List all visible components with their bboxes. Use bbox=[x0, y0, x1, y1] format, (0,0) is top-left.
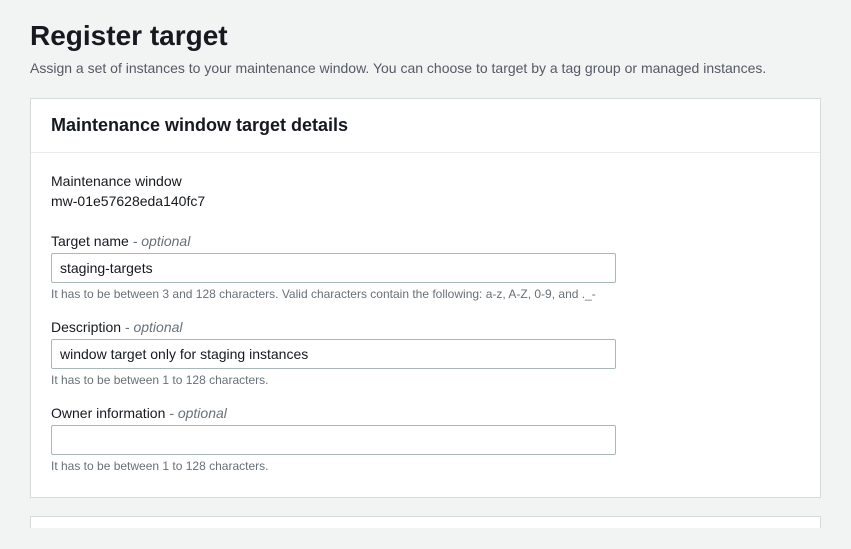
panel-header: Maintenance window target details bbox=[31, 99, 820, 153]
details-panel: Maintenance window target details Mainte… bbox=[30, 98, 821, 498]
page-title: Register target bbox=[30, 20, 821, 52]
target-name-label-text: Target name bbox=[51, 233, 129, 249]
panel-heading: Maintenance window target details bbox=[51, 115, 800, 136]
description-label-text: Description bbox=[51, 319, 121, 335]
optional-suffix: - optional bbox=[121, 319, 182, 335]
target-name-hint: It has to be between 3 and 128 character… bbox=[51, 287, 800, 301]
optional-suffix: - optional bbox=[129, 233, 190, 249]
target-name-field: Target name - optional It has to be betw… bbox=[51, 233, 800, 301]
description-label: Description - optional bbox=[51, 319, 800, 335]
owner-info-field: Owner information - optional It has to b… bbox=[51, 405, 800, 473]
panel-body: Maintenance window mw-01e57628eda140fc7 … bbox=[31, 153, 820, 497]
maintenance-window-field: Maintenance window mw-01e57628eda140fc7 bbox=[51, 173, 800, 209]
optional-suffix: - optional bbox=[165, 405, 226, 421]
target-name-label: Target name - optional bbox=[51, 233, 800, 249]
description-input[interactable] bbox=[51, 339, 616, 369]
page-subtitle: Assign a set of instances to your mainte… bbox=[30, 60, 821, 76]
maintenance-window-value: mw-01e57628eda140fc7 bbox=[51, 193, 800, 209]
description-field: Description - optional It has to be betw… bbox=[51, 319, 800, 387]
owner-info-hint: It has to be between 1 to 128 characters… bbox=[51, 459, 800, 473]
maintenance-window-label: Maintenance window bbox=[51, 173, 800, 189]
owner-info-label: Owner information - optional bbox=[51, 405, 800, 421]
target-name-input[interactable] bbox=[51, 253, 616, 283]
owner-info-input[interactable] bbox=[51, 425, 616, 455]
owner-info-label-text: Owner information bbox=[51, 405, 165, 421]
next-panel-peek bbox=[30, 516, 821, 528]
description-hint: It has to be between 1 to 128 characters… bbox=[51, 373, 800, 387]
